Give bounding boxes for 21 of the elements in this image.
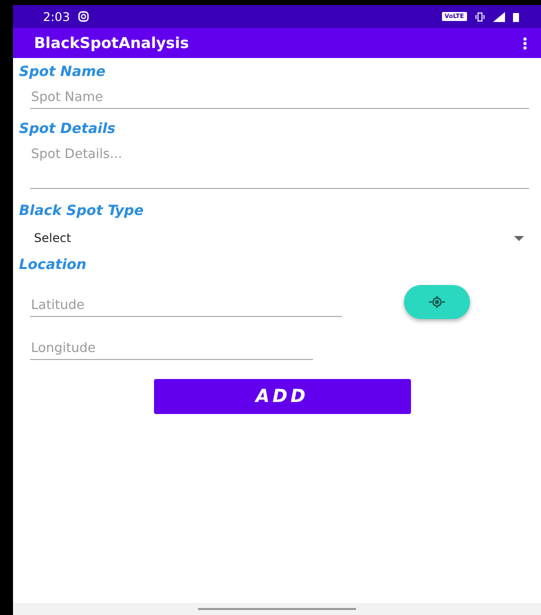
add-button[interactable]: ADD <box>154 379 410 414</box>
field-label: Spot Details <box>19 121 116 137</box>
app-title: BlackSpotAnalysis <box>34 34 189 52</box>
status-time: 2:03 <box>43 10 70 24</box>
spot-details-field[interactable]: Spot Details... <box>30 137 529 189</box>
home-handle[interactable] <box>198 608 356 610</box>
latitude-field[interactable]: Latitude <box>30 288 342 316</box>
field-label: Spot Name <box>19 64 106 80</box>
camera-app-icon <box>78 11 89 22</box>
longitude-field[interactable]: Longitude <box>30 331 313 360</box>
overflow-menu-icon[interactable] <box>523 36 527 50</box>
locate-button[interactable] <box>404 285 470 319</box>
type-dropdown[interactable]: Select <box>34 231 529 245</box>
crosshair-icon <box>429 296 445 308</box>
vibrate-icon <box>475 12 485 22</box>
battery-icon <box>513 12 519 22</box>
signal-icon <box>493 12 505 22</box>
field-label: Location <box>19 257 86 273</box>
field-label: Black Spot Type <box>19 203 144 219</box>
dropdown-caret-icon <box>514 236 524 240</box>
spot-name-field[interactable]: Spot Name <box>30 80 529 109</box>
